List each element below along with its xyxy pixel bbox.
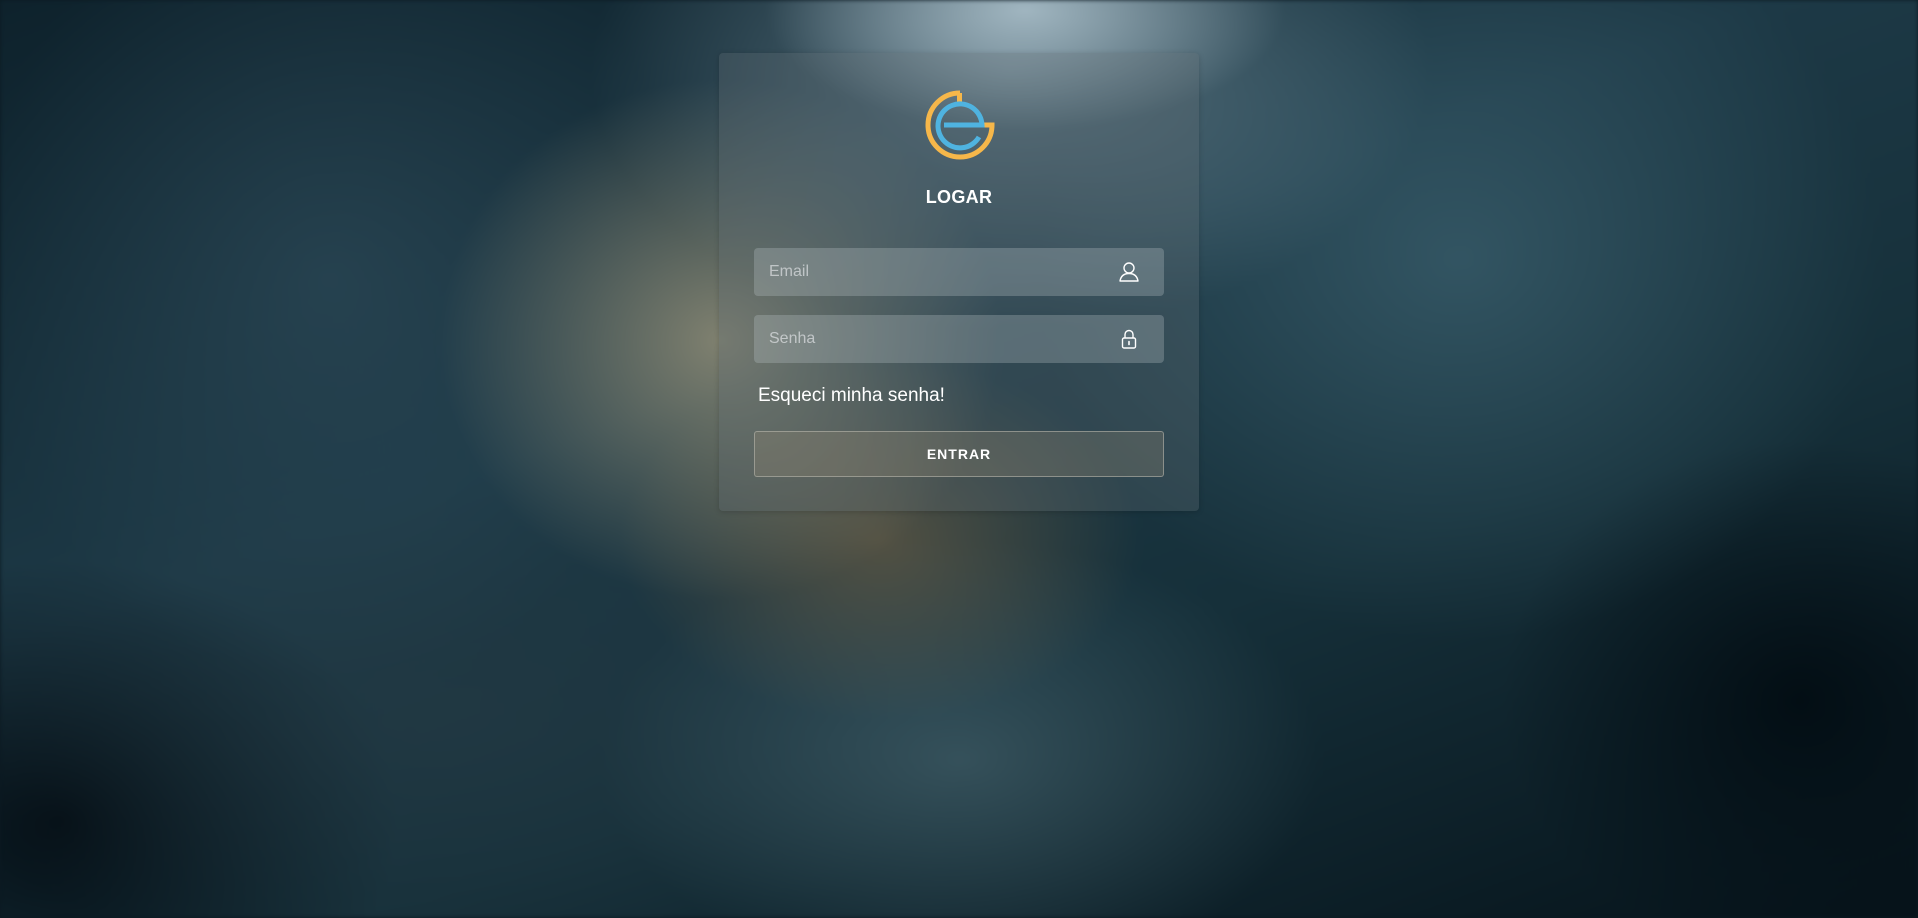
login-button[interactable]: ENTRAR: [754, 431, 1164, 477]
password-field: [754, 315, 1164, 363]
lock-icon: [1121, 329, 1137, 349]
user-icon: [1119, 262, 1139, 282]
logo-icon: [925, 90, 995, 160]
page-title: LOGAR: [925, 187, 993, 207]
page: LOGAR Esqueci minha senha! ENTRAR: [0, 0, 1918, 918]
password-input[interactable]: [754, 315, 1164, 363]
forgot-password-link[interactable]: Esqueci minha senha!: [758, 385, 945, 407]
login-card: LOGAR Esqueci minha senha! ENTRAR: [719, 53, 1199, 511]
email-field: [754, 248, 1164, 296]
email-input[interactable]: [754, 248, 1164, 296]
